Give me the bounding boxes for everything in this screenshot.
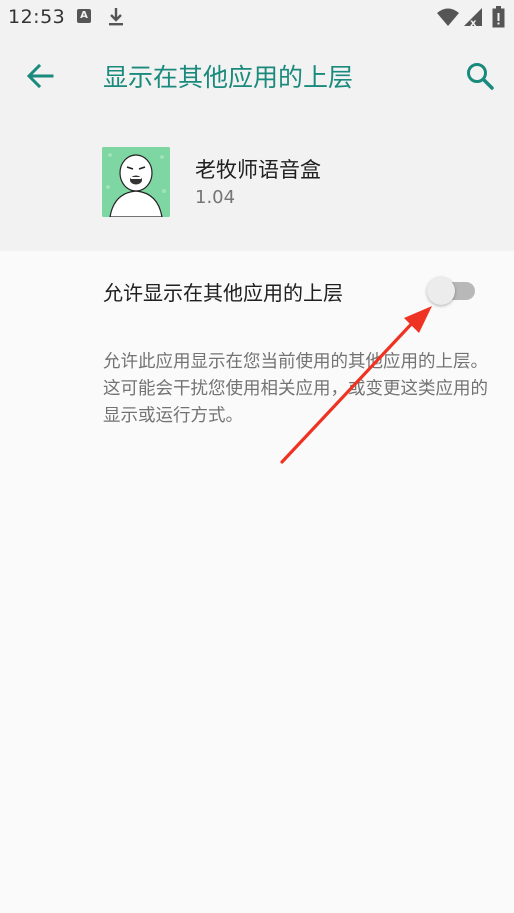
permission-description: 允许此应用显示在您当前使用的其他应用的上层。这可能会干扰您使用相关应用，或变更这… (103, 352, 488, 426)
battery-icon (492, 6, 505, 28)
permission-label: 允许显示在其他应用的上层 (103, 281, 343, 305)
page-title: 显示在其他应用的上层 (103, 63, 354, 92)
a-notification-icon: A (77, 9, 91, 23)
permission-toggle[interactable] (427, 277, 477, 305)
toggle-thumb (427, 277, 455, 305)
status-time: 12:53 (8, 6, 66, 28)
app-header: 老牧师语音盒 1.04 (0, 114, 514, 251)
app-icon (102, 147, 170, 217)
arrow-back-icon[interactable] (22, 60, 58, 92)
signal-icon: x (464, 8, 482, 27)
svg-text:x: x (470, 18, 477, 27)
permission-setting-row[interactable]: 允许显示在其他应用的上层 (0, 251, 514, 331)
download-icon (109, 8, 123, 26)
wifi-icon (437, 8, 459, 26)
search-icon[interactable] (463, 59, 497, 93)
status-bar: 12:53 A x (0, 0, 514, 36)
app-version: 1.04 (195, 187, 236, 208)
app-name: 老牧师语音盒 (195, 158, 321, 182)
app-bar: 显示在其他应用的上层 (0, 36, 514, 114)
